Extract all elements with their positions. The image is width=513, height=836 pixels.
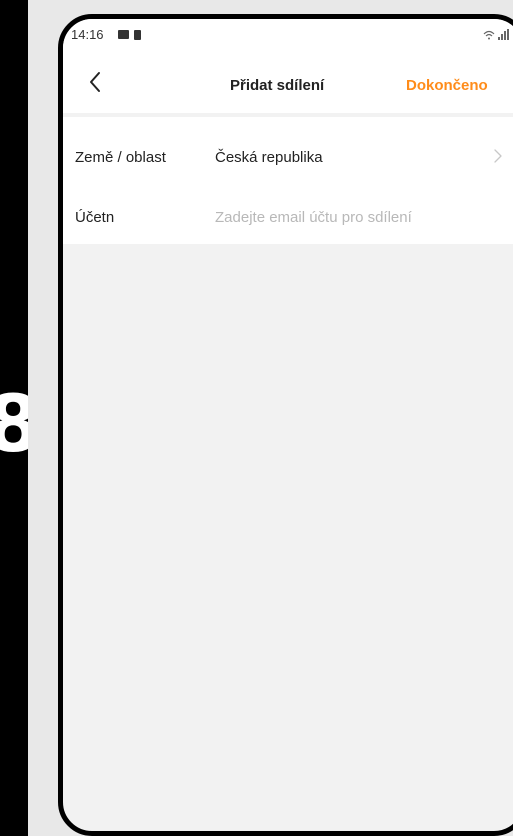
signal-icon (498, 29, 509, 40)
gallery-icon (118, 30, 129, 39)
tutorial-side-panel: 8 (0, 0, 28, 836)
back-button[interactable] (81, 67, 111, 97)
step-number: 8 (0, 380, 28, 470)
status-notification-icons (118, 30, 141, 40)
region-label: Země / oblast (75, 149, 166, 166)
status-time: 14:16 (71, 27, 104, 42)
done-button[interactable]: Dokončeno (406, 77, 488, 94)
chevron-right-icon (494, 149, 502, 163)
account-email-input[interactable] (213, 203, 487, 231)
account-label: Účetn (75, 209, 115, 226)
phone-frame: 14:16 Přidat sdílení Dokončeno Země / ob… (58, 14, 513, 836)
region-row[interactable]: Země / oblast Česká republika (63, 123, 513, 183)
share-form: Země / oblast Česká republika Účetn (63, 117, 513, 244)
wifi-icon (483, 30, 495, 40)
account-row: Účetn (63, 183, 513, 243)
status-bar: 14:16 (63, 19, 513, 53)
region-value: Česká republika (215, 149, 323, 166)
chevron-left-icon (90, 72, 100, 92)
battery-icon (134, 30, 141, 40)
navigation-bar: Přidat sdílení Dokončeno (63, 53, 513, 113)
page-title: Přidat sdílení (230, 77, 325, 94)
status-connectivity (483, 28, 509, 40)
